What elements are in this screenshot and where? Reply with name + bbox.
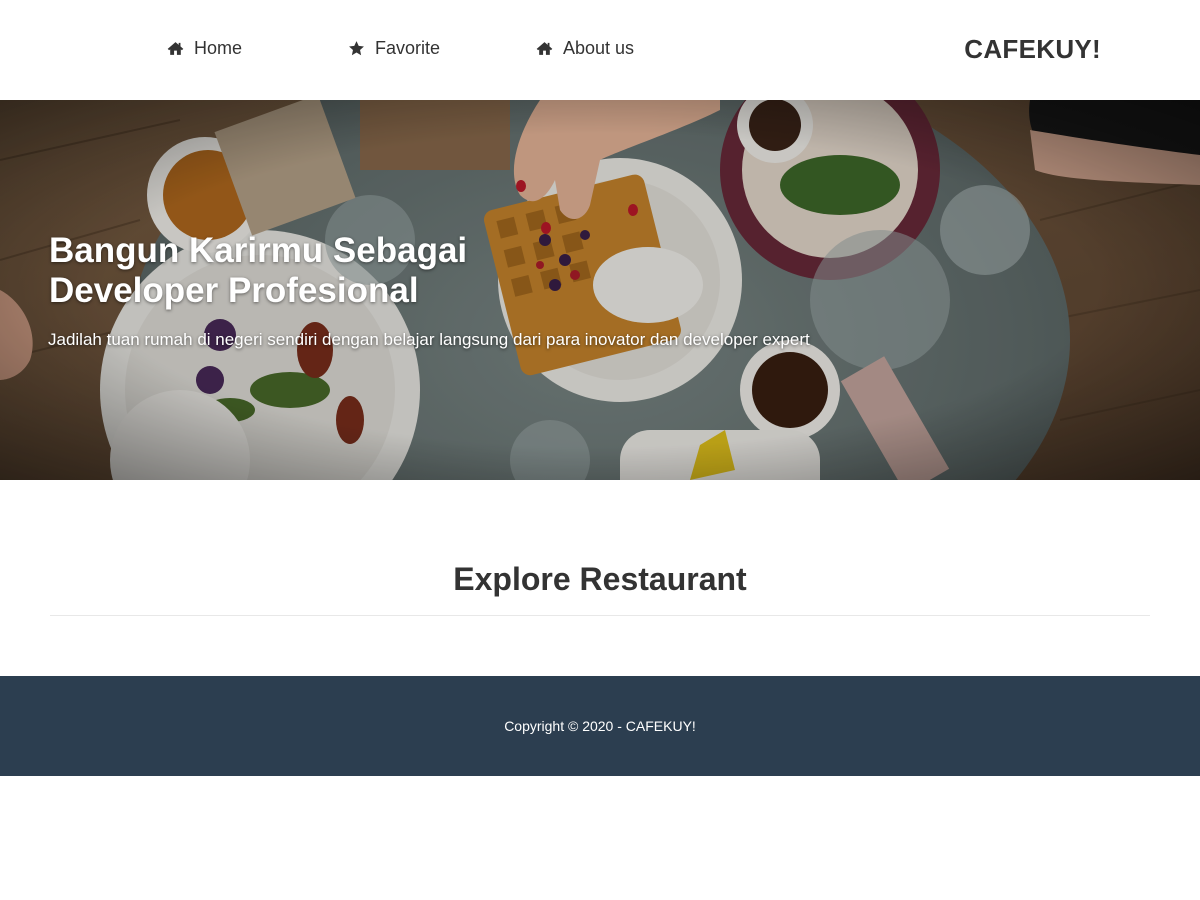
explore-divider bbox=[50, 615, 1150, 616]
explore-title: Explore Restaurant bbox=[453, 561, 747, 597]
home-icon bbox=[536, 41, 553, 55]
hero-subtitle: Jadilah tuan rumah di negeri sendiri den… bbox=[48, 330, 810, 349]
star-icon bbox=[349, 40, 364, 55]
brand-logo[interactable]: CAFEKUY! bbox=[964, 34, 1101, 65]
header: Home Favorite About us CAFEKUY! bbox=[0, 0, 1200, 100]
nav-item-home[interactable]: Home bbox=[167, 36, 242, 60]
nav-item-favorite[interactable]: Favorite bbox=[348, 36, 440, 60]
hero-banner: Bangun Karirmu Sebagai Developer Profesi… bbox=[0, 100, 1200, 480]
footer: Copyright © 2020 - CAFEKUY! bbox=[0, 676, 1200, 776]
home-icon bbox=[167, 41, 184, 55]
nav-item-home-label: Home bbox=[194, 37, 243, 58]
footer-copyright: Copyright © 2020 - CAFEKUY! bbox=[504, 718, 696, 734]
nav-item-favorite-label: Favorite bbox=[375, 37, 441, 58]
hero-title: Bangun Karirmu Sebagai Developer Profesi… bbox=[49, 231, 468, 310]
nav-item-about-us[interactable]: About us bbox=[536, 36, 634, 60]
nav-item-about-us-label: About us bbox=[563, 37, 635, 58]
